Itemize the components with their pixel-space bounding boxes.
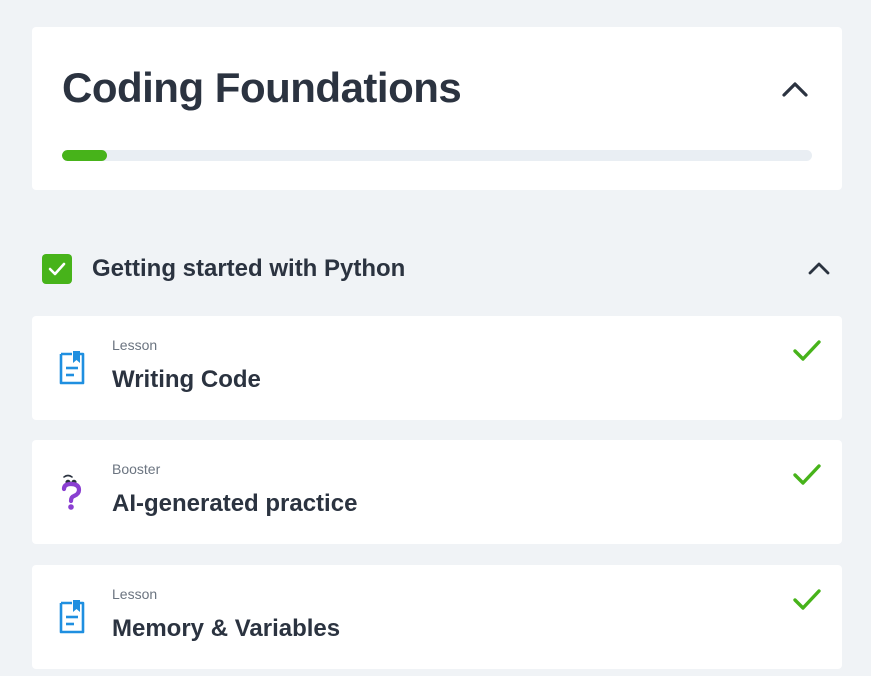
lesson-card[interactable]: Lesson Memory & Variables [32, 565, 842, 669]
chevron-up-icon [808, 262, 830, 275]
checkmark-icon [793, 589, 821, 610]
item-type-label: Lesson [112, 586, 158, 602]
booster-card[interactable]: Booster AI-generated practice [32, 440, 842, 544]
lesson-card[interactable]: Lesson Writing Code [32, 316, 842, 420]
section-title: Getting started with Python [92, 255, 406, 282]
lesson-document-icon [56, 348, 88, 388]
course-progress-bar [62, 150, 812, 161]
question-mark-icon [56, 472, 88, 512]
item-title: Memory & Variables [112, 615, 341, 642]
item-title: Writing Code [112, 366, 261, 393]
checkmark-icon [48, 262, 66, 276]
item-type-label: Lesson [112, 337, 158, 353]
chevron-up-icon [782, 82, 808, 97]
checkmark-icon [793, 340, 821, 361]
course-collapse-button[interactable] [778, 75, 812, 103]
checkmark-icon [793, 464, 821, 485]
course-progress-fill [62, 150, 107, 161]
section-complete-checkbox [42, 254, 72, 284]
lesson-document-icon [56, 597, 88, 637]
section-collapse-button[interactable] [806, 255, 832, 281]
course-title: Coding Foundations [62, 64, 462, 111]
course-card: Coding Foundations [32, 27, 842, 190]
item-title: AI-generated practice [112, 490, 358, 517]
item-type-label: Booster [112, 461, 161, 477]
section-header[interactable]: Getting started with Python [32, 244, 842, 292]
